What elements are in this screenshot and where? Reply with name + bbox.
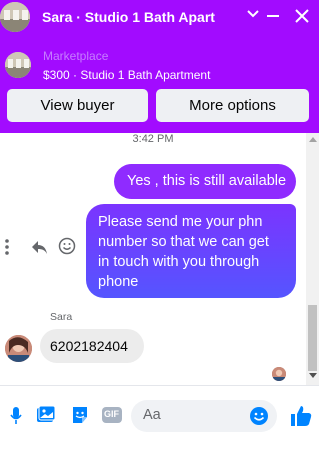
gif-label: GIF [104,409,119,419]
scrollbar-thumb[interactable] [308,305,317,371]
thumbs-up-icon[interactable] [289,404,313,428]
message-actions [4,236,78,258]
marketplace-label: Marketplace [43,49,109,63]
listing-title[interactable]: $300 · Studio 1 Bath Apartment [43,68,210,82]
view-buyer-button[interactable]: View buyer [7,89,148,122]
minimize-icon[interactable] [265,6,281,26]
scroll-down-arrow[interactable] [309,373,317,378]
emoji-icon[interactable] [249,406,269,426]
more-icon[interactable] [4,238,10,261]
seen-avatar [272,367,286,381]
sender-name: Sara [50,311,73,323]
chat-header: Sara · Studio 1 Bath Apart [0,0,319,36]
message-composer: GIF Aa [0,385,319,451]
message-input-placeholder: Aa [143,407,161,423]
marketplace-panel: Marketplace $300 · Studio 1 Bath Apartme… [0,36,319,133]
chevron-down-icon[interactable] [247,9,259,21]
scroll-up-arrow[interactable] [309,137,317,142]
gif-icon[interactable]: GIF [101,405,123,427]
message-bubble-outgoing[interactable]: Yes , this is still available [114,164,296,199]
listing-avatar[interactable] [0,2,30,32]
listing-thumbnail[interactable] [5,52,31,78]
message-bubble-incoming[interactable]: 6202182404 [40,329,144,363]
react-emoji-icon[interactable] [58,237,76,260]
scrollbar[interactable] [306,133,319,385]
microphone-icon[interactable] [9,405,29,427]
conversation-title[interactable]: Sara · Studio 1 Bath Apart [42,9,242,25]
message-input[interactable]: Aa [131,400,277,432]
message-thread: 3:42 PM Yes , this is still available Pl… [0,133,306,385]
message-bubble-outgoing[interactable]: Please send me your phn number so that w… [86,204,296,298]
sara-avatar[interactable] [5,335,32,362]
message-timestamp: 3:42 PM [132,133,174,145]
more-options-button[interactable]: More options [156,89,309,122]
photo-icon[interactable] [36,405,56,427]
reply-icon[interactable] [30,238,48,261]
close-icon[interactable] [292,6,312,26]
sticker-icon[interactable] [70,405,90,427]
